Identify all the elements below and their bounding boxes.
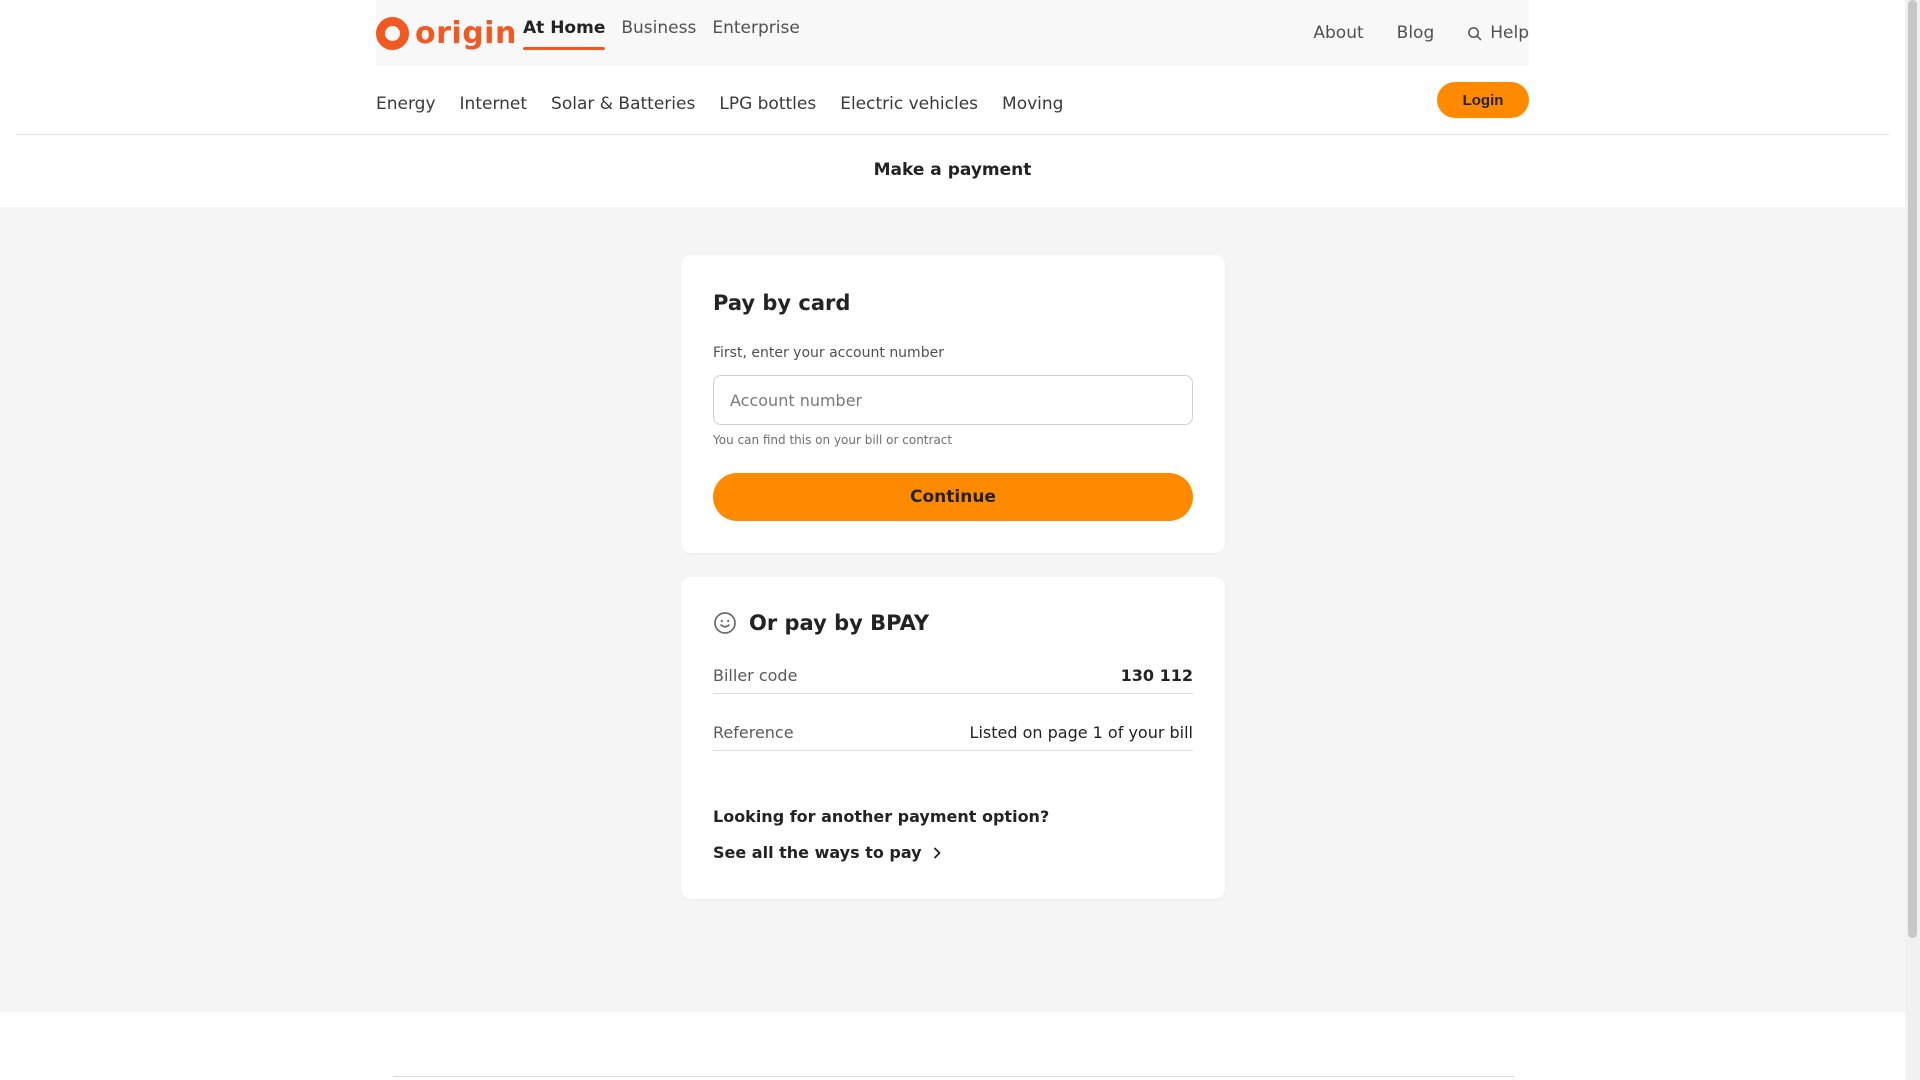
nav-moving[interactable]: Moving [1002, 94, 1063, 114]
see-all-ways-label: See all the ways to pay [713, 843, 922, 862]
about-link[interactable]: About [1313, 23, 1363, 43]
segment-enterprise[interactable]: Enterprise [712, 0, 799, 50]
nav-energy[interactable]: Energy [376, 94, 436, 114]
nav-internet[interactable]: Internet [460, 94, 528, 114]
page-title: Make a payment [873, 160, 1032, 180]
origin-logo[interactable]: origin [376, 15, 517, 51]
search-icon [1468, 26, 1482, 40]
bpay-title: Or pay by BPAY [749, 611, 930, 635]
logo-text: origin [415, 15, 517, 51]
biller-code-value: 130 112 [1120, 666, 1193, 685]
continue-button[interactable]: Continue [713, 473, 1193, 521]
reference-value: Listed on page 1 of your bill [969, 723, 1193, 742]
see-all-ways-link[interactable]: See all the ways to pay [713, 843, 1193, 862]
account-number-hint: You can find this on your bill or contra… [713, 433, 953, 447]
top-bar: origin At Home Business Enterprise About… [376, 0, 1529, 66]
help-link[interactable]: Help [1467, 23, 1529, 43]
nav-lpg-bottles[interactable]: LPG bottles [719, 94, 816, 114]
pay-by-card-title: Pay by card [713, 291, 851, 315]
header-divider [16, 134, 1889, 135]
login-button[interactable]: Login [1437, 82, 1529, 118]
bpay-card: Or pay by BPAY Biller code 130 112 Refer… [681, 577, 1225, 899]
biller-code-row: Biller code 130 112 [713, 658, 1193, 694]
biller-code-label: Biller code [713, 666, 798, 685]
segment-at-home[interactable]: At Home [523, 0, 606, 50]
main-nav-links: Energy Internet Solar & Batteries LPG bo… [376, 94, 1087, 114]
nav-solar-batteries[interactable]: Solar & Batteries [551, 94, 695, 114]
footer [0, 1012, 1905, 1080]
nav-electric-vehicles[interactable]: Electric vehicles [840, 94, 978, 114]
site-header: origin At Home Business Enterprise About… [0, 0, 1905, 207]
segment-nav: At Home Business Enterprise [523, 0, 816, 66]
pay-by-card-card: Pay by card First, enter your account nu… [681, 255, 1225, 553]
origin-logo-icon [376, 16, 409, 50]
blog-link[interactable]: Blog [1397, 23, 1435, 43]
smiley-icon [714, 612, 736, 634]
scrollbar-thumb[interactable] [1908, 0, 1917, 938]
account-number-input[interactable] [713, 375, 1193, 425]
chevron-right-icon [933, 847, 941, 858]
footer-divider [393, 1076, 1514, 1077]
reference-label: Reference [713, 723, 794, 742]
segment-business[interactable]: Business [621, 0, 696, 50]
other-payment-question: Looking for another payment option? [713, 807, 1050, 826]
utility-nav: About Blog Help [1280, 0, 1529, 66]
main-nav: Energy Internet Solar & Batteries LPG bo… [376, 80, 1529, 130]
help-label: Help [1490, 23, 1529, 43]
reference-row: Reference Listed on page 1 of your bill [713, 715, 1193, 751]
account-number-label: First, enter your account number [713, 345, 944, 361]
vertical-scrollbar[interactable] [1905, 0, 1920, 1080]
